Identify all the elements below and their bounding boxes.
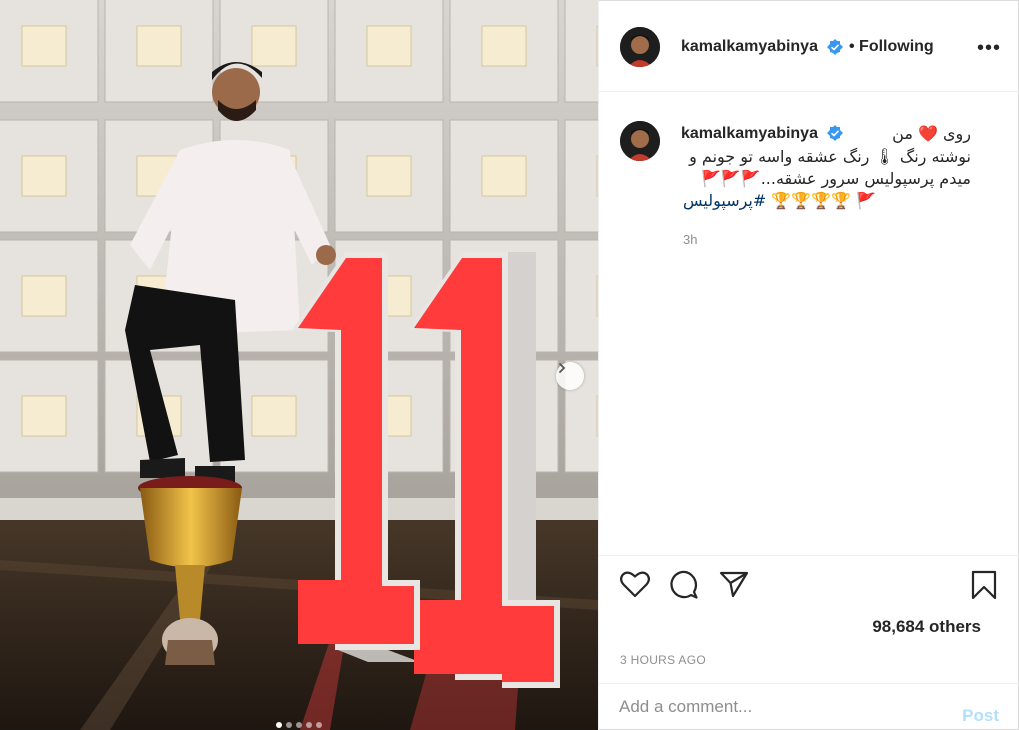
post-timestamp[interactable]: 3 HOURS AGO <box>620 653 706 667</box>
wall-light <box>366 25 412 67</box>
comment-input[interactable] <box>619 694 939 720</box>
photo-illustration <box>0 0 598 730</box>
hashtag-link[interactable]: #پرسپولیس <box>683 191 766 210</box>
wall-light <box>366 155 412 197</box>
post-comment-button[interactable]: Post <box>962 706 999 726</box>
wall-light <box>21 25 67 67</box>
profile-photo <box>620 27 660 67</box>
post-header: kamalkamyabinya • Following ••• <box>599 0 1019 92</box>
caption-line-4: 🚩 🏆🏆🏆🏆 #پرسپولیس <box>683 191 876 210</box>
following-button[interactable]: • Following <box>849 38 934 56</box>
carousel-dot <box>296 722 302 728</box>
username-link[interactable]: kamalkamyabinya <box>681 38 818 56</box>
caption-line-2: نوشته رنگ 🌡 رنگ عشقه واسه تو جونم و <box>689 147 971 166</box>
comment-icon[interactable] <box>669 570 699 600</box>
verified-badge-icon <box>827 125 843 141</box>
wall-light <box>481 25 527 67</box>
verified-badge-icon <box>827 39 843 55</box>
avatar[interactable] <box>620 27 660 67</box>
chevron-right-icon <box>559 363 566 373</box>
post-photo[interactable] <box>0 0 598 730</box>
carousel-dot <box>276 722 282 728</box>
carousel-indicator <box>0 722 598 728</box>
wall-light <box>21 395 67 437</box>
bookmark-icon[interactable] <box>971 570 997 600</box>
wall-light <box>251 395 297 437</box>
wall-light <box>251 25 297 67</box>
heart-icon[interactable] <box>620 570 650 598</box>
more-options-icon[interactable]: ••• <box>977 37 1001 60</box>
caption-emoji: 🚩 🏆🏆🏆🏆 <box>771 191 877 210</box>
paper-plane-icon[interactable] <box>719 570 749 598</box>
post-sidebar: kamalkamyabinya • Following ••• kamalkam… <box>598 0 1019 730</box>
carousel-next-button[interactable] <box>556 362 584 390</box>
wall-light <box>21 275 67 317</box>
likes-count[interactable]: 98,684 others <box>872 617 981 637</box>
wall-light <box>21 155 67 197</box>
caption-username-link[interactable]: kamalkamyabinya <box>681 125 818 143</box>
wall-light <box>481 155 527 197</box>
carousel-dot <box>316 722 322 728</box>
comment-box: Post <box>599 683 1019 730</box>
avatar[interactable] <box>620 121 660 161</box>
carousel-dot <box>306 722 312 728</box>
wall-panel <box>564 239 598 353</box>
caption-line-1: روی ❤️ من <box>892 124 971 143</box>
wall-light <box>136 25 182 67</box>
caption-timestamp[interactable]: 3h <box>683 232 697 247</box>
caption-line-3: میدم پرسپولیس سرور عشقه...🚩🚩🚩 <box>700 169 971 188</box>
profile-photo <box>620 121 660 161</box>
carousel-dot <box>286 722 292 728</box>
wall-panel <box>564 119 598 233</box>
wall-panel <box>564 0 598 103</box>
